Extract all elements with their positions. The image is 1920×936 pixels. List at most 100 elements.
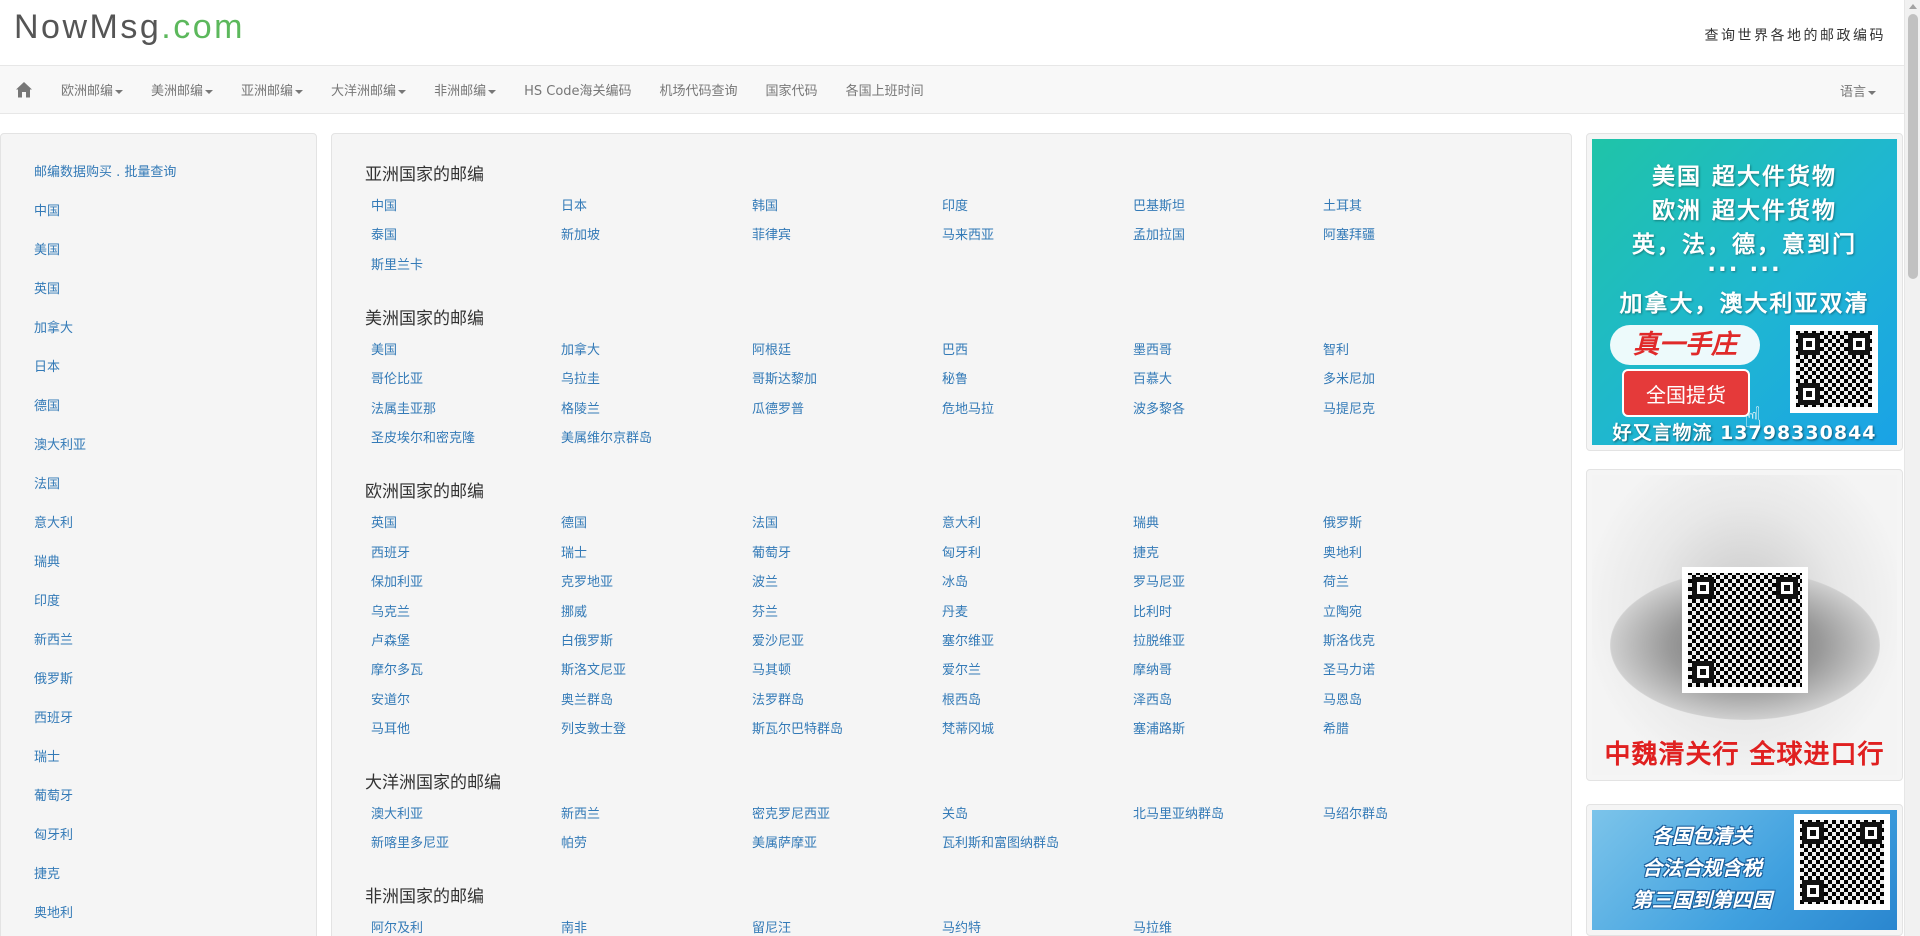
country-link[interactable]: 拉脱维亚 (1133, 630, 1185, 649)
country-link[interactable]: 美属萨摩亚 (752, 832, 817, 851)
country-link[interactable]: 瑞士 (561, 542, 587, 561)
country-link[interactable]: 智利 (1323, 339, 1349, 358)
country-link[interactable]: 波兰 (752, 571, 778, 590)
country-link[interactable]: 乌克兰 (371, 601, 410, 620)
country-link[interactable]: 马来西亚 (942, 224, 994, 243)
nav-working-hours[interactable]: 各国上班时间 (832, 80, 938, 99)
country-link[interactable]: 关岛 (942, 803, 968, 822)
country-link[interactable]: 爱沙尼亚 (752, 630, 804, 649)
country-link[interactable]: 克罗地亚 (561, 571, 613, 590)
country-link[interactable]: 马恩岛 (1323, 689, 1362, 708)
country-link[interactable]: 帕劳 (561, 832, 587, 851)
country-link[interactable]: 韩国 (752, 195, 778, 214)
country-link[interactable]: 波多黎各 (1133, 398, 1185, 417)
sidebar-item-data-purchase[interactable]: 邮编数据购买 . 批量查询 (34, 161, 176, 180)
country-link[interactable]: 梵蒂冈城 (942, 718, 994, 737)
country-link[interactable]: 意大利 (942, 512, 981, 531)
nav-airport-codes[interactable]: 机场代码查询 (646, 80, 752, 99)
country-link[interactable]: 奥地利 (1323, 542, 1362, 561)
country-link[interactable]: 西班牙 (371, 542, 410, 561)
country-link[interactable]: 马其顿 (752, 659, 791, 678)
sidebar-item-switzerland[interactable]: 瑞士 (34, 746, 60, 765)
country-link[interactable]: 安道尔 (371, 689, 410, 708)
country-link[interactable]: 卢森堡 (371, 630, 410, 649)
country-link[interactable]: 日本 (561, 195, 587, 214)
country-link[interactable]: 捷克 (1133, 542, 1159, 561)
nav-hs-code[interactable]: HS Code海关编码 (510, 80, 645, 99)
nav-europe-postcodes[interactable]: 欧洲邮编 (47, 80, 137, 99)
nav-america-postcodes[interactable]: 美洲邮编 (137, 80, 227, 99)
sidebar-item-australia[interactable]: 澳大利亚 (34, 434, 86, 453)
country-link[interactable]: 哥斯达黎加 (752, 368, 817, 387)
country-link[interactable]: 新加坡 (561, 224, 600, 243)
sidebar-item-germany[interactable]: 德国 (34, 395, 60, 414)
country-link[interactable]: 菲律宾 (752, 224, 791, 243)
country-link[interactable]: 瑞典 (1133, 512, 1159, 531)
scroll-up-arrow-icon[interactable] (1909, 4, 1917, 9)
page-scrollbar[interactable] (1904, 0, 1920, 936)
nav-oceania-postcodes[interactable]: 大洋洲邮编 (317, 80, 420, 99)
country-link[interactable]: 加拿大 (561, 339, 600, 358)
country-link[interactable]: 斯里兰卡 (371, 254, 423, 273)
country-link[interactable]: 多米尼加 (1323, 368, 1375, 387)
country-link[interactable]: 泰国 (371, 224, 397, 243)
country-link[interactable]: 法属圭亚那 (371, 398, 436, 417)
country-link[interactable]: 印度 (942, 195, 968, 214)
sidebar-item-austria[interactable]: 奥地利 (34, 902, 73, 921)
country-link[interactable]: 列支敦士登 (561, 718, 626, 737)
country-link[interactable]: 立陶宛 (1323, 601, 1362, 620)
sidebar-item-usa[interactable]: 美国 (34, 239, 60, 258)
country-link[interactable]: 阿根廷 (752, 339, 791, 358)
country-link[interactable]: 美国 (371, 339, 397, 358)
country-link[interactable]: 圣马力诺 (1323, 659, 1375, 678)
country-link[interactable]: 马耳他 (371, 718, 410, 737)
country-link[interactable]: 法罗群岛 (752, 689, 804, 708)
country-link[interactable]: 芬兰 (752, 601, 778, 620)
country-link[interactable]: 阿尔及利 (371, 917, 423, 936)
country-link[interactable]: 保加利亚 (371, 571, 423, 590)
sidebar-item-india[interactable]: 印度 (34, 590, 60, 609)
country-link[interactable]: 孟加拉国 (1133, 224, 1185, 243)
sidebar-item-spain[interactable]: 西班牙 (34, 707, 73, 726)
sidebar-item-italy[interactable]: 意大利 (34, 512, 73, 531)
sidebar-item-uk[interactable]: 英国 (34, 278, 60, 297)
country-link[interactable]: 新喀里多尼亚 (371, 832, 449, 851)
country-link[interactable]: 丹麦 (942, 601, 968, 620)
country-link[interactable]: 挪威 (561, 601, 587, 620)
country-link[interactable]: 泽西岛 (1133, 689, 1172, 708)
country-link[interactable]: 斯瓦尔巴特群岛 (752, 718, 843, 737)
country-link[interactable]: 澳大利亚 (371, 803, 423, 822)
country-link[interactable]: 塞浦路斯 (1133, 718, 1185, 737)
country-link[interactable]: 巴基斯坦 (1133, 195, 1185, 214)
sidebar-item-sweden[interactable]: 瑞典 (34, 551, 60, 570)
country-link[interactable]: 百慕大 (1133, 368, 1172, 387)
sidebar-item-hungary[interactable]: 匈牙利 (34, 824, 73, 843)
country-link[interactable]: 中国 (371, 195, 397, 214)
country-link[interactable]: 荷兰 (1323, 571, 1349, 590)
country-link[interactable]: 新西兰 (561, 803, 600, 822)
ad-banner-freight[interactable]: 美国 超大件货物 欧洲 超大件货物 英，法，德，意到门 ... ... 加拿大，… (1586, 133, 1903, 451)
site-logo[interactable]: NowMsg.com (14, 8, 245, 47)
country-link[interactable]: 冰岛 (942, 571, 968, 590)
country-link[interactable]: 摩纳哥 (1133, 659, 1172, 678)
country-link[interactable]: 马绍尔群岛 (1323, 803, 1388, 822)
sidebar-item-france[interactable]: 法国 (34, 473, 60, 492)
country-link[interactable]: 根西岛 (942, 689, 981, 708)
country-link[interactable]: 斯洛文尼亚 (561, 659, 626, 678)
country-link[interactable]: 秘鲁 (942, 368, 968, 387)
country-link[interactable]: 墨西哥 (1133, 339, 1172, 358)
home-icon[interactable] (15, 81, 33, 99)
country-link[interactable]: 巴西 (942, 339, 968, 358)
language-dropdown[interactable]: 语言 (1840, 81, 1876, 100)
country-link[interactable]: 马拉维 (1133, 917, 1172, 936)
country-link[interactable]: 留尼汪 (752, 917, 791, 936)
sidebar-item-russia[interactable]: 俄罗斯 (34, 668, 73, 687)
country-link[interactable]: 希腊 (1323, 718, 1349, 737)
sidebar-item-czech[interactable]: 捷克 (34, 863, 60, 882)
country-link[interactable]: 斯洛伐克 (1323, 630, 1375, 649)
country-link[interactable]: 马提尼克 (1323, 398, 1375, 417)
nav-asia-postcodes[interactable]: 亚洲邮编 (227, 80, 317, 99)
country-link[interactable]: 塞尔维亚 (942, 630, 994, 649)
country-link[interactable]: 乌拉圭 (561, 368, 600, 387)
sidebar-item-new-zealand[interactable]: 新西兰 (34, 629, 73, 648)
